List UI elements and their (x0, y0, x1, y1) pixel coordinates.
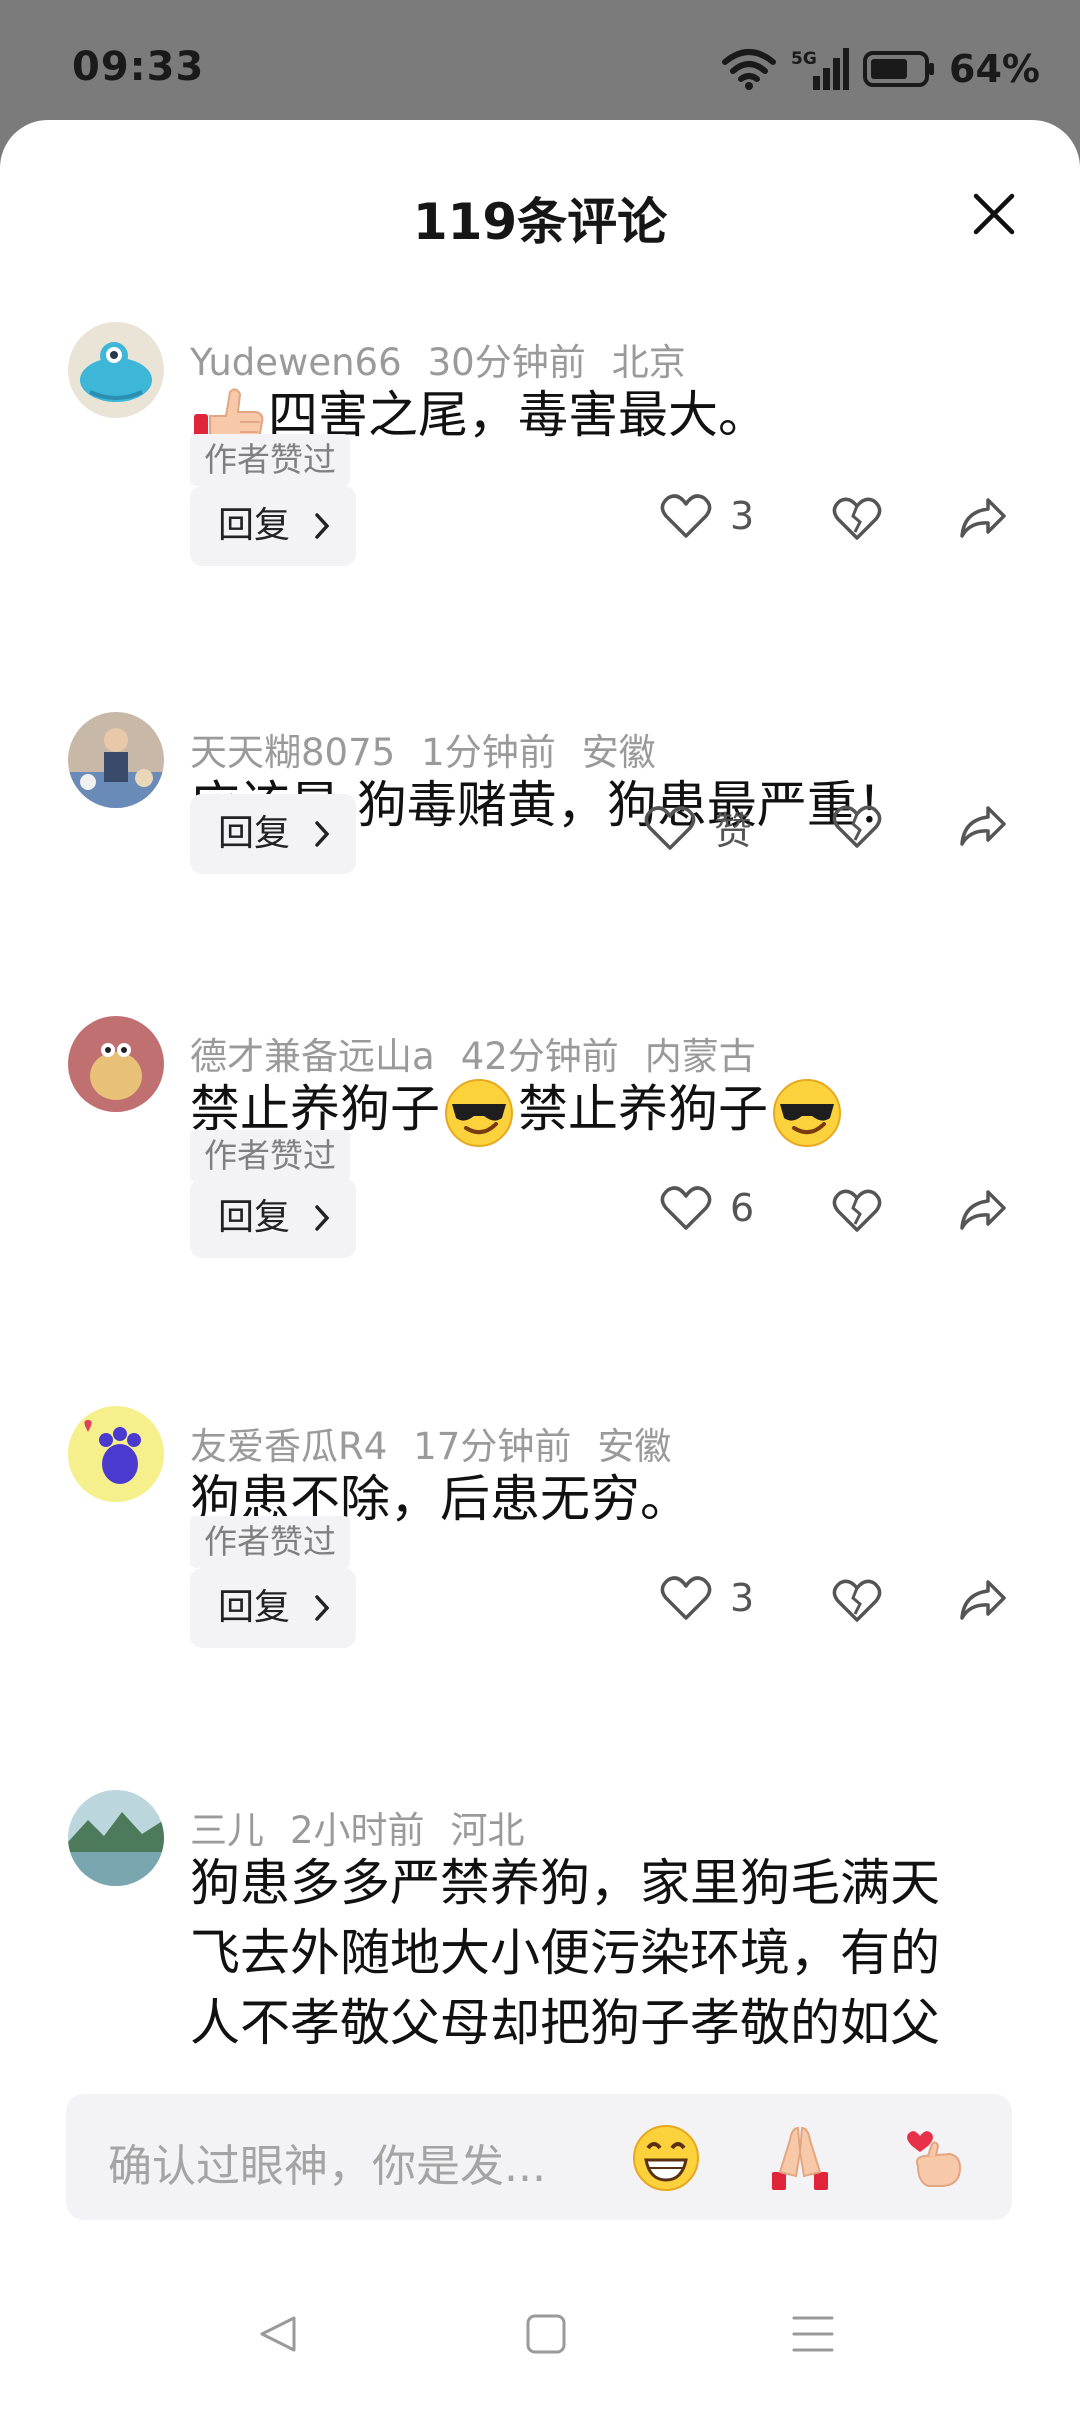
like-count: 赞 (714, 809, 753, 853)
reply-label: 回复 (218, 1197, 291, 1238)
like-button[interactable]: 6 (660, 1184, 754, 1232)
back-icon[interactable] (256, 2312, 300, 2356)
avatar[interactable] (68, 1406, 164, 1502)
like-count: 3 (730, 494, 755, 538)
comment-meta: 德才兼备远山a 42分钟前 内蒙古 (190, 1026, 782, 1080)
comment-location: 安徽 (581, 731, 656, 774)
chevron-right-icon (315, 513, 330, 539)
reply-button[interactable]: 回复 (190, 486, 356, 566)
like-button[interactable]: 3 (660, 492, 754, 540)
comment-sheet: 119条评论 Yudewen66 30分钟前 北京 四害之尾，毒害最大。 作者赞… (0, 120, 1080, 2412)
comment-meta: Yudewen66 30分钟前 北京 (190, 332, 712, 386)
menu-icon[interactable] (790, 2312, 836, 2356)
like-count: 3 (730, 1576, 755, 1620)
close-icon[interactable] (970, 190, 1018, 238)
author-liked-badge: 作者赞过 (190, 1130, 350, 1182)
broken-heart-icon[interactable] (832, 496, 882, 542)
avatar[interactable] (68, 322, 164, 418)
username[interactable]: Yudewen66 (190, 341, 402, 384)
sunglasses-face-icon (445, 1078, 513, 1147)
status-time: 09:33 (72, 44, 205, 90)
status-bar: 09:33 5G 64% (0, 0, 1080, 120)
username[interactable]: 三儿 (190, 1809, 264, 1852)
like-count: 6 (730, 1186, 755, 1230)
reply-label: 回复 (218, 505, 291, 546)
share-icon[interactable] (958, 496, 1008, 540)
broken-heart-icon[interactable] (832, 804, 882, 850)
network-type-label: 5G (791, 49, 817, 69)
avatar[interactable] (68, 1790, 164, 1886)
author-liked-badge: 作者赞过 (190, 1516, 350, 1568)
battery-icon (863, 51, 935, 87)
system-navigation-bar (0, 2250, 1080, 2410)
comment-meta: 三儿 2小时前 河北 (190, 1800, 551, 1854)
comment-input[interactable]: 确认过眼神，你是发... (66, 2094, 1012, 2220)
cellular-signal-icon: 5G (791, 48, 850, 90)
share-icon[interactable] (958, 1578, 1008, 1622)
finger-heart-icon[interactable] (898, 2122, 970, 2194)
reply-button[interactable]: 回复 (190, 1568, 356, 1648)
heart-icon (660, 1576, 712, 1620)
folded-hands-icon[interactable] (764, 2122, 836, 2194)
comment-time: 17分钟前 (413, 1425, 572, 1468)
username[interactable]: 友爱香瓜R4 (190, 1425, 387, 1468)
comment-line: 飞去外随地大小便污染环境，有的 (190, 1924, 940, 1982)
comment-location: 内蒙古 (644, 1035, 756, 1078)
heart-icon (660, 494, 712, 538)
comment-location: 河北 (450, 1809, 525, 1852)
like-button[interactable]: 3 (660, 1574, 754, 1622)
chevron-right-icon (315, 1205, 330, 1231)
comment-time: 2小时前 (290, 1809, 425, 1852)
heart-icon (660, 1186, 712, 1230)
heart-icon (644, 805, 696, 850)
avatar[interactable] (68, 712, 164, 808)
share-icon[interactable] (958, 1188, 1008, 1232)
wifi-icon (722, 49, 777, 90)
chevron-right-icon (315, 821, 330, 847)
comment-line: 人不孝敬父母却把狗子孝敬的如父 (190, 1994, 940, 2052)
comment-meta: 友爱香瓜R4 17分钟前 安徽 (190, 1416, 697, 1470)
battery-percentage: 64% (949, 47, 1040, 91)
comment-location: 安徽 (597, 1425, 672, 1468)
comment-meta: 天天糊8075 1分钟前 安徽 (190, 722, 682, 776)
comment-time: 30分钟前 (427, 341, 586, 384)
reply-button[interactable]: 回复 (190, 794, 356, 874)
reply-label: 回复 (218, 813, 291, 854)
username[interactable]: 德才兼备远山a (190, 1035, 435, 1078)
comment-line: 狗患多多严禁养狗，家里狗毛满天 (190, 1854, 940, 1912)
comment-location: 北京 (611, 341, 686, 384)
reply-label: 回复 (218, 1587, 291, 1628)
comment-input-placeholder: 确认过眼神，你是发... (108, 2141, 546, 2192)
reply-button[interactable]: 回复 (190, 1178, 356, 1258)
home-icon[interactable] (524, 2312, 568, 2356)
like-button[interactable]: 赞 (644, 800, 752, 855)
share-icon[interactable] (958, 804, 1008, 848)
broken-heart-icon[interactable] (832, 1578, 882, 1624)
comment-time: 42分钟前 (460, 1035, 619, 1078)
comment-time: 1分钟前 (421, 731, 556, 774)
chevron-right-icon (315, 1595, 330, 1621)
broken-heart-icon[interactable] (832, 1188, 882, 1234)
comment-text: 狗患多多严禁养狗，家里狗毛满天 飞去外随地大小便污染环境，有的 人不孝敬父母却把… (190, 1848, 1010, 2058)
comment-body-part: 禁止养狗子 (518, 1080, 768, 1138)
username[interactable]: 天天糊8075 (190, 731, 395, 774)
sunglasses-face-icon (773, 1078, 841, 1147)
grinning-face-icon[interactable] (630, 2122, 702, 2194)
author-liked-badge: 作者赞过 (190, 434, 350, 486)
sheet-title: 119条评论 (412, 193, 668, 251)
avatar[interactable] (68, 1016, 164, 1112)
status-icons: 5G 64% (721, 44, 1040, 94)
